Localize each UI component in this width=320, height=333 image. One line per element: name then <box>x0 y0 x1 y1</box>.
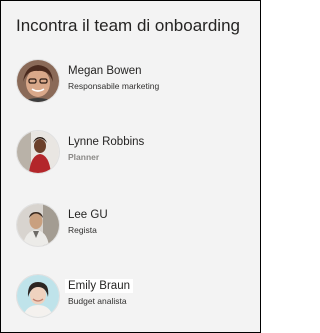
person-name: Emily Braun <box>65 279 133 293</box>
person-role: Responsabile marketing <box>68 81 160 91</box>
person-role: Planner <box>68 152 100 162</box>
person-lynne-robbins[interactable]: Lynne Robbins Planner <box>17 131 247 175</box>
person-name: Lynne Robbins <box>68 136 145 148</box>
person-name: Lee GU <box>68 209 108 221</box>
person-megan-bowen[interactable]: Megan Bowen Responsabile marketing <box>17 60 247 104</box>
person-role: Regista <box>68 225 97 235</box>
avatar <box>17 204 59 246</box>
team-card: Incontra il team di onboarding Megan Bow… <box>0 0 261 333</box>
card-title: Incontra il team di onboarding <box>16 16 240 35</box>
person-name: Megan Bowen <box>68 65 142 77</box>
person-lee-gu[interactable]: Lee GU Regista <box>17 204 247 248</box>
avatar <box>17 131 59 173</box>
person-name-text: Emily Braun <box>65 279 133 293</box>
avatar <box>17 275 59 317</box>
person-emily-braun[interactable]: Emily Braun Budget analista <box>17 275 247 319</box>
person-role: Budget analista <box>68 296 127 306</box>
avatar <box>17 60 59 102</box>
